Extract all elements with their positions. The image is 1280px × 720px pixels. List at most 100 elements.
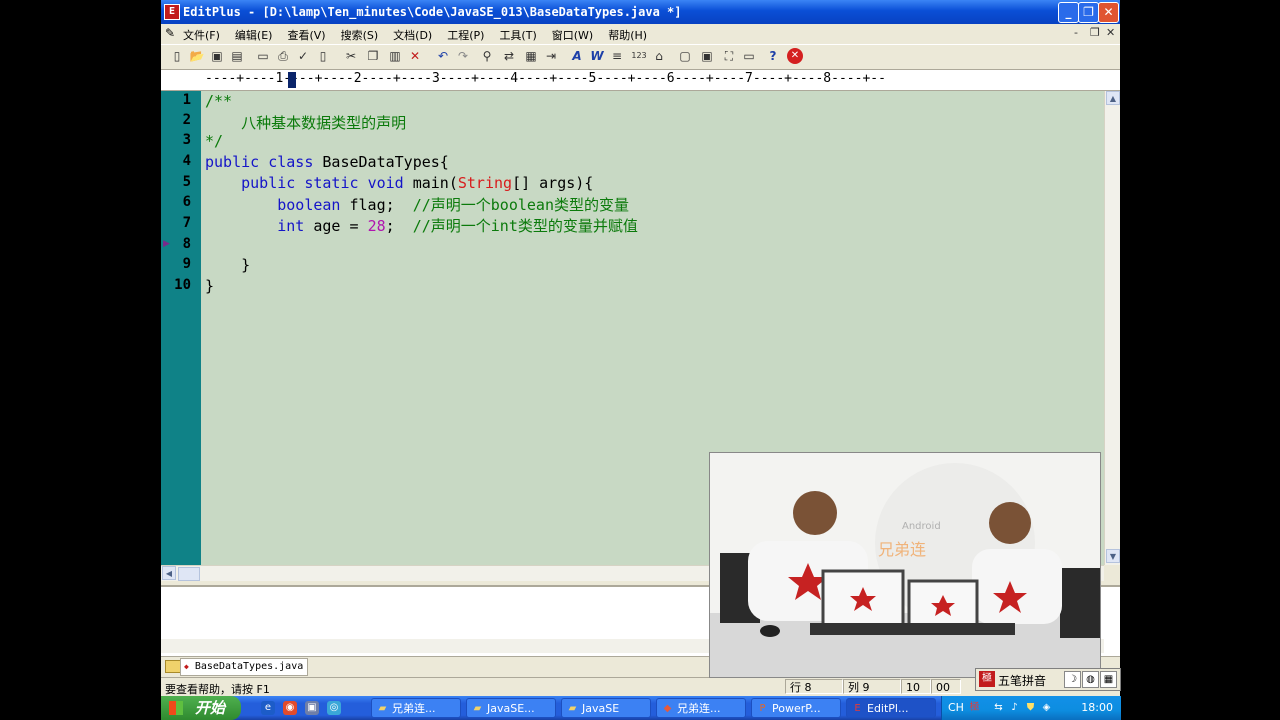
vertical-scrollbar[interactable]: ▲ ▼ [1104,91,1120,565]
line-numbers-icon[interactable]: ≡ [609,48,625,64]
help-icon[interactable]: ? [765,48,781,64]
task-label: 兄弟连... [392,702,436,715]
line-number: 7 [182,215,191,231]
find-icon[interactable]: ⚲ [479,48,495,64]
document-icon[interactable]: ✎ [165,26,177,40]
redo-icon[interactable]: ↷ [455,48,471,64]
print-icon[interactable]: ⎙ [275,48,291,64]
print-preview-icon[interactable]: ▭ [255,48,271,64]
ime-logo-icon[interactable]: 極 [979,671,995,687]
ruler: ----+----1----+----2----+----3----+----4… [161,70,1120,91]
line-number: 9 [182,256,191,272]
network-icon[interactable]: ⇆ [992,701,1005,714]
column-icon[interactable]: ▣ [699,48,715,64]
code-line-6: boolean flag; //声明一个boolean类型的变量 [205,194,629,214]
ruler-scale: ----+----1----+----2----+----3----+----4… [205,71,886,86]
chrome-icon[interactable]: ◉ [283,701,297,715]
save-all-icon[interactable]: ▤ [229,48,245,64]
doc-restore-button[interactable]: ❐ [1090,26,1100,39]
menu-window[interactable]: 窗口(W) [552,27,593,43]
ime-tray-icon[interactable]: 極 [968,701,981,714]
ie-icon[interactable]: e [261,701,275,715]
window-icon[interactable]: ▭ [741,48,757,64]
fullscreen-icon[interactable]: ⛶ [721,48,737,64]
menu-view[interactable]: 查看(V) [287,27,325,43]
editplus-icon: E [854,703,861,714]
task-button[interactable]: P PowerP... [751,698,841,718]
doc-close-button[interactable]: ✕ [1106,26,1115,39]
method-name: main( [403,174,458,192]
task-button[interactable]: ▰ 兄弟连... [371,698,461,718]
indent-icon[interactable]: ⇥ [543,48,559,64]
folder-icon: ▰ [378,703,387,714]
task-button[interactable]: ▰ JavaSE [561,698,651,718]
computer-icon[interactable]: ▣ [305,701,319,715]
minimize-button[interactable]: _ [1058,2,1079,23]
menu-edit[interactable]: 编辑(E) [235,27,273,43]
word-wrap-icon[interactable]: W [589,48,605,64]
undo-icon[interactable]: ↶ [435,48,451,64]
title-bar[interactable]: E EditPlus - [D:\lamp\Ten_minutes\Code\J… [161,0,1120,24]
menu-document[interactable]: 文档(D) [393,27,432,43]
start-label: 开始 [195,699,226,717]
ime-toolbar[interactable]: 極 五笔拼音 ☽ ◍ ▦ [975,668,1121,691]
ruler-icon[interactable]: 123 [631,48,647,64]
save-icon[interactable]: ▣ [209,48,225,64]
toggle-view-icon[interactable]: ⌂ [651,48,667,64]
webcam-scene: Android 兄弟连 [710,453,1100,677]
semicolon: ; [385,217,413,235]
replace-icon[interactable]: ⇄ [501,48,517,64]
task-label: 兄弟连... [677,702,721,715]
code-line-9: } [205,256,251,274]
spell-check-icon[interactable]: ✓ [295,48,311,64]
menu-search[interactable]: 搜索(S) [341,27,379,43]
menu-help[interactable]: 帮助(H) [608,27,647,43]
editplus-app-icon[interactable]: E [164,4,180,20]
moon-icon[interactable]: ☽ [1064,671,1081,688]
punctuation-icon[interactable]: ◍ [1082,671,1099,688]
webcam-brand-cn: 兄弟连 [878,540,926,559]
status-help-text: 要查看帮助，请按 F1 [165,683,270,696]
folder-icon[interactable] [165,660,181,673]
scroll-left-icon[interactable]: ◀ [162,566,176,580]
line-number-gutter[interactable]: 1 2 3 4 5 6 7 ▶ 8 9 10 [161,91,201,565]
menu-project[interactable]: 工程(P) [447,27,484,43]
code-line-4: public class BaseDataTypes{ [205,153,449,173]
maximize-button[interactable]: ❐ [1078,2,1099,23]
code-line-7: int age = 28; //声明一个int类型的变量并赋值 [205,215,638,235]
webcam-overlay: Android 兄弟连 [709,452,1101,678]
close-button[interactable]: ✕ [1098,2,1119,23]
comment: //声明一个boolean类型的变量 [412,196,629,214]
volume-icon[interactable]: ♪ [1008,701,1021,714]
language-indicator[interactable]: CH [948,701,964,714]
find-in-files-icon[interactable]: ▦ [523,48,539,64]
task-button-active[interactable]: E EditPl... [846,698,936,718]
task-button[interactable]: ◆ 兄弟连... [656,698,746,718]
code-line-10: } [205,277,215,295]
menu-file[interactable]: 文件(F) [183,27,220,43]
doc-minimize-button[interactable]: - [1074,26,1078,39]
open-folder-icon[interactable]: 📂 [189,48,205,64]
ruler-cursor [288,72,296,88]
file-tab-active[interactable]: ◆ BaseDataTypes.java [180,658,309,676]
cut-icon[interactable]: ✂ [343,48,359,64]
task-button[interactable]: ▰ JavaSE... [466,698,556,718]
delete-icon[interactable]: ✕ [407,48,423,64]
new-file-icon[interactable]: ▯ [169,48,185,64]
scroll-thumb[interactable] [178,567,200,581]
hex-icon[interactable]: ▢ [677,48,693,64]
new-page-icon[interactable]: ▯ [315,48,331,64]
copy-icon[interactable]: ❐ [365,48,381,64]
start-button[interactable]: 开始 [161,696,241,720]
browser-icon[interactable]: ◎ [327,701,341,715]
shield-icon[interactable]: ⛊ [1024,701,1037,714]
scroll-down-icon[interactable]: ▼ [1106,549,1120,563]
close-doc-icon[interactable]: ✕ [787,48,803,64]
folder-icon: ▰ [568,703,577,714]
scroll-up-icon[interactable]: ▲ [1106,91,1120,105]
tray-app-icon[interactable]: ◈ [1040,701,1053,714]
soft-keyboard-icon[interactable]: ▦ [1100,671,1117,688]
font-icon[interactable]: A [569,48,585,64]
menu-tools[interactable]: 工具(T) [499,27,536,43]
paste-icon[interactable]: ▥ [387,48,403,64]
